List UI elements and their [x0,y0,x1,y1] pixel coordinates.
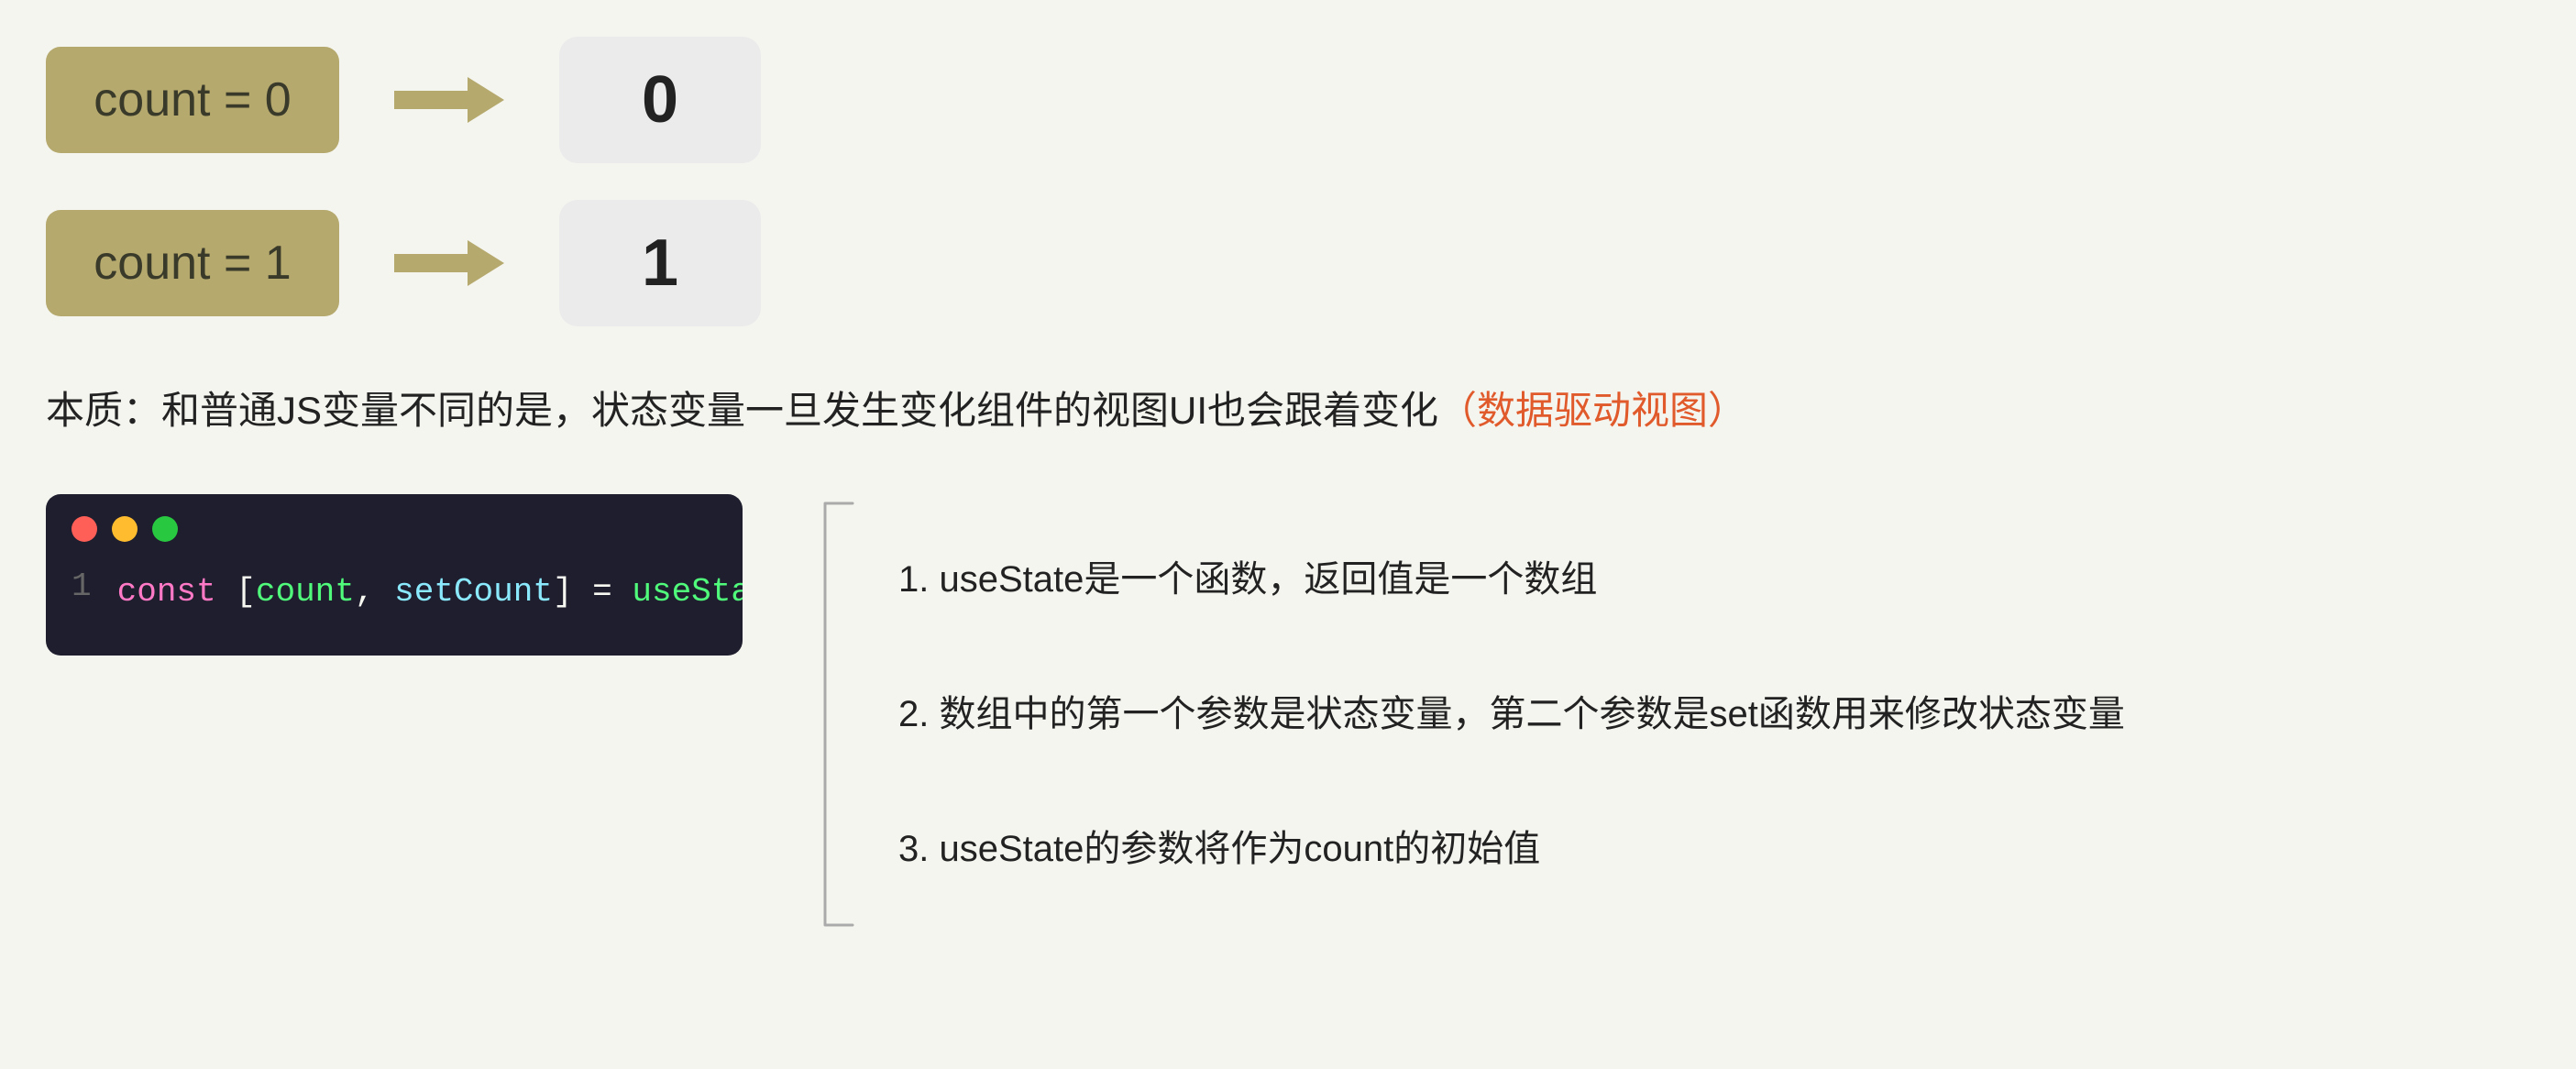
row-count-0: count = 0 0 [46,37,2530,163]
code-setcount-var: setCount [394,573,553,611]
code-equals: = [592,573,632,611]
arrow-0 [394,72,504,127]
count-1-label: count = 1 [46,210,339,316]
green-dot [152,516,178,542]
code-count-var: count [256,573,355,611]
value-0-box: 0 [559,37,761,163]
yellow-dot [112,516,138,542]
state-demo-section: count = 0 0 count = 1 1 [46,37,2530,326]
value-1-box: 1 [559,200,761,326]
count-0-label: count = 0 [46,47,339,153]
code-body: 1 const [count, setCount] = useState(0) [46,557,743,656]
description-highlight: （数据驱动视图） [1438,389,1746,432]
code-usestate-fn: useState [632,573,743,611]
code-titlebar [46,494,743,557]
annotation-item-3: 3. useState的参数将作为count的初始值 [898,794,2125,904]
code-comma: , [355,573,375,611]
bracket-line [816,494,862,934]
code-const: const [117,573,216,611]
arrow-1 [394,236,504,291]
bottom-section: 1 const [count, setCount] = useState(0) … [46,494,2530,934]
line-number: 1 [72,566,92,605]
description-main: 本质：和普通JS变量不同的是，状态变量一旦发生变化组件的视图UI也会跟着变化 [46,389,1438,432]
code-bracket-close: ] [553,573,573,611]
annotation-item-1: 1. useState是一个函数，返回值是一个数组 [898,524,2125,634]
code-bracket-open: [ [236,573,256,611]
description-text: 本质：和普通JS变量不同的是，状态变量一旦发生变化组件的视图UI也会跟着变化（数… [46,381,2530,439]
red-dot [72,516,97,542]
code-line: const [count, setCount] = useState(0) [117,566,743,619]
code-block: 1 const [count, setCount] = useState(0) [46,494,743,656]
annotation-list: 1. useState是一个函数，返回值是一个数组 2. 数组中的第一个参数是状… [898,494,2125,934]
row-count-1: count = 1 1 [46,200,2530,326]
annotation-item-2: 2. 数组中的第一个参数是状态变量，第二个参数是set函数用来修改状态变量 [898,659,2125,769]
annotation-area: 1. useState是一个函数，返回值是一个数组 2. 数组中的第一个参数是状… [816,494,2125,934]
